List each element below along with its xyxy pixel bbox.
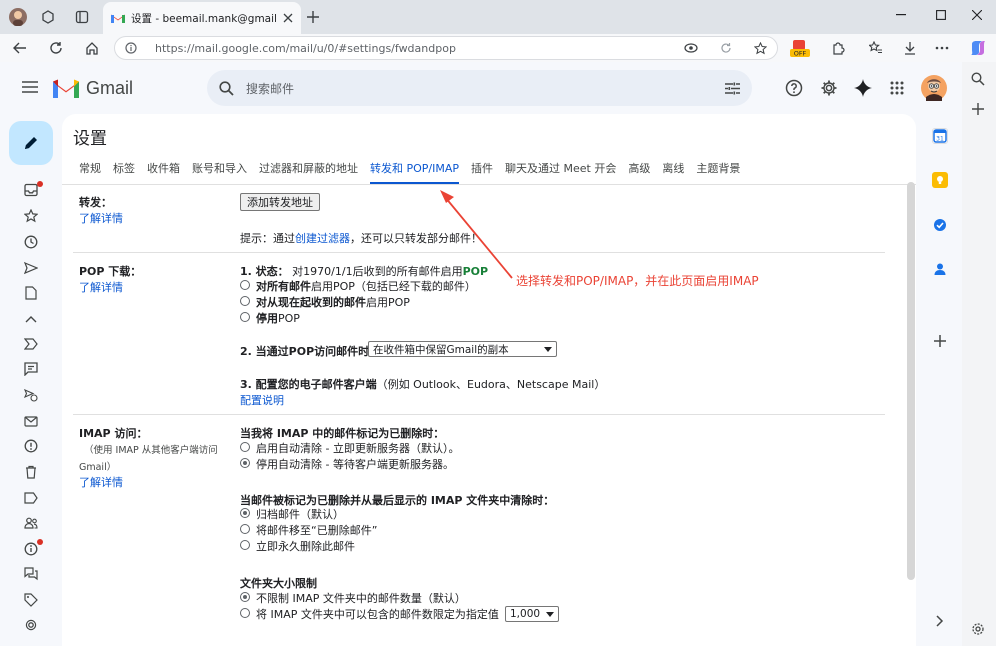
keep-app-icon[interactable]	[932, 172, 948, 188]
sidebar-add-icon[interactable]	[971, 102, 985, 116]
annotation-text: 选择转发和POP/IMAP，并在此页面启用IMAP	[516, 274, 759, 288]
get-addons-icon[interactable]	[932, 333, 948, 349]
annotation-arrow	[440, 190, 513, 279]
calendar-app-icon[interactable]: 31	[932, 128, 948, 144]
expand-side-panel-icon[interactable]	[932, 613, 948, 629]
tasks-app-icon[interactable]	[932, 217, 948, 233]
contacts-app-icon[interactable]	[932, 261, 948, 277]
edge-sidebar	[962, 62, 996, 646]
sidebar-settings-icon[interactable]	[971, 622, 985, 636]
svg-text:31: 31	[936, 136, 944, 143]
sidebar-search-icon[interactable]	[971, 72, 985, 86]
